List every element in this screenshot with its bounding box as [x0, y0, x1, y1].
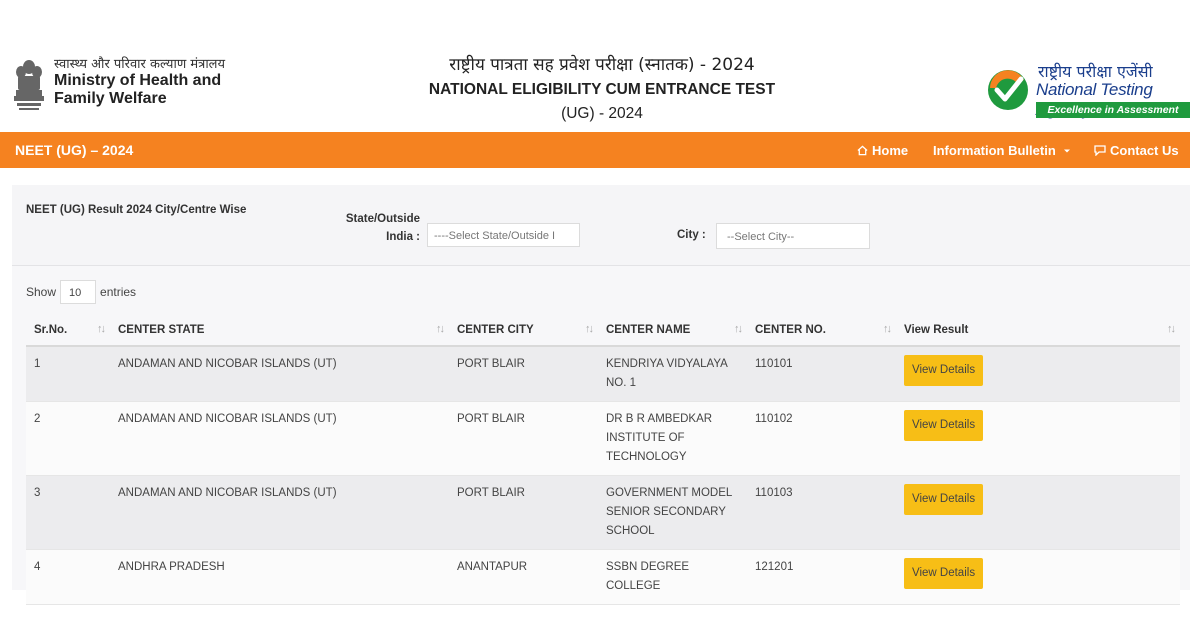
- nta-checkmark-logo-icon: [988, 70, 1028, 110]
- state-label-line1: State/Outside: [345, 213, 420, 225]
- cell-center-state: ANDHRA PRADESH: [110, 549, 449, 605]
- view-details-button[interactable]: View Details: [904, 558, 984, 589]
- sort-icon: ↑↓: [734, 323, 743, 335]
- filter-section: NEET (UG) Result 2024 City/Centre Wise S…: [12, 185, 1190, 266]
- cell-center-state: ANDAMAN AND NICOBAR ISLANDS (UT): [110, 475, 449, 550]
- cell-center-city: PORT BLAIR: [449, 346, 598, 402]
- table-row: 1 ANDAMAN AND NICOBAR ISLANDS (UT) PORT …: [26, 346, 1180, 402]
- ministry-name-line1: Ministry of Health and: [54, 72, 222, 90]
- cell-sr-no: 1: [26, 346, 110, 402]
- column-header-center-name[interactable]: CENTER NAME ↑↓: [598, 315, 747, 347]
- cell-sr-no: 2: [26, 401, 110, 476]
- national-emblem-icon: [14, 60, 44, 110]
- nav-info-bulletin-label: Information Bulletin: [933, 143, 1056, 158]
- exam-title-hindi: राष्ट्रीय पात्रता सह प्रवेश परीक्षा (स्न…: [449, 55, 755, 75]
- exam-title: राष्ट्रीय पात्रता सह प्रवेश परीक्षा (स्न…: [400, 52, 804, 123]
- table-row: 2 ANDAMAN AND NICOBAR ISLANDS (UT) PORT …: [26, 401, 1180, 476]
- cell-center-city: PORT BLAIR: [449, 401, 598, 476]
- nta-logo-block: राष्ट्रीय परीक्षा एजेंसी National Testin…: [986, 60, 1192, 122]
- cell-center-no: 110103: [747, 475, 896, 550]
- cell-center-name: SSBN DEGREE COLLEGE: [598, 549, 747, 605]
- cell-sr-no: 3: [26, 475, 110, 550]
- nav-contact-label: Contact Us: [1110, 143, 1179, 158]
- table-row: 4 ANDHRA PRADESH ANANTAPUR SSBN DEGREE C…: [26, 549, 1180, 605]
- sort-icon: ↑↓: [97, 323, 106, 335]
- cell-view-result: View Details: [896, 346, 1180, 402]
- home-icon: [857, 145, 868, 156]
- column-header-center-city[interactable]: CENTER CITY ↑↓: [449, 315, 598, 347]
- exam-title-english: NATIONAL ELIGIBILITY CUM ENTRANCE TEST: [428, 81, 776, 98]
- nav-home-link[interactable]: Home: [857, 143, 908, 158]
- state-label: State/Outside India :: [330, 210, 420, 246]
- result-panel: NEET (UG) Result 2024 City/Centre Wise S…: [12, 185, 1190, 605]
- ministry-name-hindi: स्वास्थ्य और परिवार कल्याण मंत्रालय: [54, 57, 226, 72]
- entries-label: entries: [100, 285, 137, 299]
- results-table: Sr.No. ↑↓ CENTER STATE ↑↓ CENTER CITY ↑↓ CE…: [26, 315, 1180, 605]
- cell-view-result: View Details: [896, 549, 1180, 605]
- column-header-view-result[interactable]: View Result ↑↓: [896, 315, 1180, 347]
- cell-center-no: 121201: [747, 549, 896, 605]
- cell-center-city: ANANTAPUR: [449, 549, 598, 605]
- nta-tagline: Excellence in Assessment: [1036, 102, 1190, 118]
- column-header-center-no[interactable]: CENTER NO. ↑↓: [747, 315, 896, 347]
- state-label-line2: India :: [386, 231, 420, 243]
- site-header: स्वास्थ्य और परिवार कल्याण मंत्रालय Mini…: [0, 48, 1200, 132]
- sort-icon: ↑↓: [585, 323, 594, 335]
- chat-icon: [1094, 145, 1106, 156]
- cell-center-name: KENDRIYA VIDYALAYA NO. 1: [598, 346, 747, 402]
- ministry-name-line2: Family Welfare: [54, 89, 167, 107]
- view-details-button[interactable]: View Details: [904, 410, 984, 441]
- cell-center-no: 110101: [747, 346, 896, 402]
- show-label: Show: [26, 285, 57, 299]
- city-select[interactable]: --Select City--: [716, 223, 870, 249]
- entries-select[interactable]: 10: [60, 280, 97, 304]
- filter-title: NEET (UG) Result 2024 City/Centre Wise: [26, 204, 247, 216]
- nav-information-bulletin-dropdown[interactable]: Information Bulletin: [933, 143, 1076, 158]
- entries-control: Show 10 entries: [26, 280, 136, 304]
- nav-contact-link[interactable]: Contact Us: [1094, 143, 1179, 158]
- cell-center-name: DR B R AMBEDKAR INSTITUTE OF TECHNOLOGY: [598, 401, 747, 476]
- cell-center-city: PORT BLAIR: [449, 475, 598, 550]
- sort-icon: ↑↓: [436, 323, 445, 335]
- nta-name-hindi: राष्ट्रीय परीक्षा एजेंसी: [1038, 62, 1153, 81]
- cell-center-no: 110102: [747, 401, 896, 476]
- column-header-sr-no[interactable]: Sr.No. ↑↓: [26, 315, 110, 347]
- nav-home-label: Home: [872, 143, 909, 158]
- view-details-button[interactable]: View Details: [904, 355, 984, 386]
- cell-sr-no: 4: [26, 549, 110, 605]
- table-row: 3 ANDAMAN AND NICOBAR ISLANDS (UT) PORT …: [26, 475, 1180, 550]
- cell-center-name: GOVERNMENT MODEL SENIOR SECONDARY SCHOOL: [598, 475, 747, 550]
- chevron-down-icon: [1063, 149, 1070, 152]
- sort-icon: ↑↓: [883, 323, 892, 335]
- cell-view-result: View Details: [896, 475, 1180, 550]
- city-label: City :: [677, 229, 706, 241]
- main-navbar: NEET (UG) – 2024 Home Information Bullet…: [0, 132, 1190, 168]
- ministry-logo-block: स्वास्थ्य और परिवार कल्याण मंत्रालय Mini…: [12, 57, 226, 116]
- cell-center-state: ANDAMAN AND NICOBAR ISLANDS (UT): [110, 401, 449, 476]
- view-details-button[interactable]: View Details: [904, 484, 984, 515]
- table-header-row: Sr.No. ↑↓ CENTER STATE ↑↓ CENTER CITY ↑↓ CE…: [26, 315, 1180, 347]
- cell-center-state: ANDAMAN AND NICOBAR ISLANDS (UT): [110, 346, 449, 402]
- exam-title-year: (UG) - 2024: [561, 105, 643, 122]
- column-header-center-state[interactable]: CENTER STATE ↑↓: [110, 315, 449, 347]
- state-select[interactable]: ----Select State/Outside I: [427, 223, 580, 247]
- cell-view-result: View Details: [896, 401, 1180, 476]
- sort-icon: ↑↓: [1167, 323, 1176, 335]
- navbar-brand[interactable]: NEET (UG) – 2024: [15, 142, 133, 158]
